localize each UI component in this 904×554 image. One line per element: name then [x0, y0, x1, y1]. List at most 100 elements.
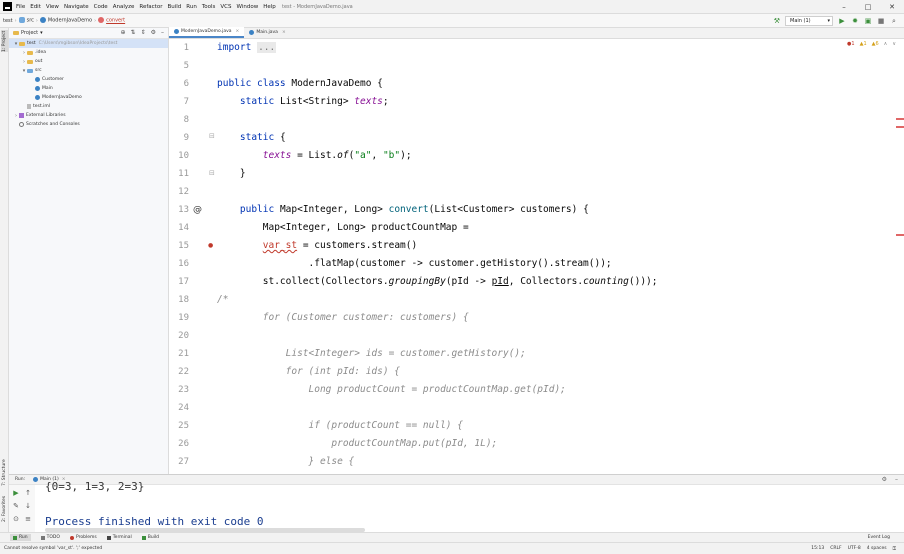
tree-item[interactable]: › External Libraries [9, 111, 168, 120]
warning-count-badge[interactable]: ▲1 [860, 41, 867, 47]
menu-build[interactable]: Build [167, 4, 181, 10]
breadcrumb-method[interactable]: convert [98, 17, 125, 24]
weak-warning-count-badge[interactable]: ▲6 [872, 41, 879, 47]
tab-todo[interactable]: TODO [40, 535, 60, 540]
tree-item[interactable]: › out [9, 57, 168, 66]
line-separator[interactable]: CRLF [830, 546, 841, 552]
override-at-icon[interactable]: @ [193, 205, 202, 215]
collapse-all-icon[interactable]: ⇅ [131, 29, 136, 36]
menu-tools[interactable]: Tools [202, 4, 216, 10]
folded-imports[interactable]: ... [257, 42, 277, 53]
tree-item[interactable]: Scratches and Consoles [9, 120, 168, 129]
menu-navigate[interactable]: Navigate [64, 4, 89, 10]
menu-window[interactable]: Window [237, 4, 259, 10]
menu-help[interactable]: Help [263, 4, 276, 10]
locate-icon[interactable]: ⊕ [121, 29, 126, 36]
project-folder-icon [13, 31, 19, 35]
search-icon[interactable]: ⌕ [890, 17, 898, 26]
stop-icon[interactable]: ■ [877, 17, 885, 25]
close-icon[interactable]: × [236, 29, 240, 34]
menu-run[interactable]: Run [186, 4, 197, 10]
build-hammer-icon[interactable]: ⚒ [774, 17, 780, 25]
project-panel-tools: ⊕ ⇅ ⇕ ⚙ – [121, 29, 164, 36]
tab-run[interactable]: Run [10, 534, 31, 541]
hide-icon[interactable]: – [895, 476, 898, 483]
breadcrumb-project[interactable]: test [3, 18, 13, 24]
code-line-18: /* [217, 294, 229, 305]
editor-tab-bar: ModernJavaDemo.java × Main.java × [169, 27, 904, 39]
tree-item[interactable]: › .idea [9, 48, 168, 57]
tab-main[interactable]: Main.java × [244, 27, 290, 38]
menu-file[interactable]: File [16, 4, 25, 10]
project-panel-title[interactable]: Project [21, 30, 38, 36]
favorites-tool-tab[interactable]: 2: Favorites [1, 494, 8, 524]
structure-tool-tab[interactable]: 7: Structure [1, 458, 8, 488]
code-editor[interactable]: import ... public class ModernJavaDemo {… [213, 39, 893, 474]
gear-icon[interactable]: ⚙ [882, 476, 887, 483]
build-icon [141, 535, 146, 540]
status-message[interactable]: Cannot resolve symbol 'var_st'. ';' expe… [4, 546, 102, 551]
close-icon[interactable]: × [282, 30, 286, 35]
tree-item-label: Customer [42, 77, 64, 82]
coverage-icon[interactable]: ▣ [864, 17, 872, 25]
menu-refactor[interactable]: Refactor [139, 4, 162, 10]
breadcrumb-class[interactable]: ModernJavaDemo [39, 17, 92, 24]
tree-item[interactable]: ▾ test C:\Users\mgibson\IdeaProjects\test [9, 39, 168, 48]
line-number: 22 [178, 367, 189, 377]
caret-position[interactable]: 15:13 [811, 546, 824, 552]
line-number: 6 [183, 79, 189, 89]
rerun-icon[interactable]: ▶ [11, 489, 21, 497]
scroll-up-icon[interactable]: ↑ [23, 489, 33, 497]
error-count-badge[interactable]: ●1 [847, 41, 855, 47]
menu-view[interactable]: View [46, 4, 59, 10]
run-icon[interactable]: ▶ [838, 17, 846, 25]
maximize-icon[interactable]: □ [856, 0, 880, 14]
tree-item[interactable]: Main [9, 84, 168, 93]
error-stripe-marker[interactable] [896, 234, 904, 236]
tree-item[interactable]: ▾ src [9, 66, 168, 75]
tree-item[interactable]: test.iml [9, 102, 168, 111]
code-line-11: } [239, 168, 246, 179]
breadcrumb-src[interactable]: src [18, 17, 34, 24]
minimize-icon[interactable]: – [832, 0, 856, 14]
hide-icon[interactable]: – [161, 29, 164, 36]
menu-code[interactable]: Code [94, 4, 108, 10]
tab-problems[interactable]: Problems [69, 535, 97, 540]
tree-item[interactable]: Customer [9, 75, 168, 84]
debug-icon[interactable]: ✹ [851, 17, 859, 25]
project-tool-tab[interactable]: 1: Project [1, 30, 8, 52]
file-encoding[interactable]: UTF-8 [848, 546, 861, 552]
run-configuration-select[interactable]: Main (1) ▾ [785, 16, 833, 26]
event-log-button[interactable]: Event Log [868, 535, 890, 540]
inspection-indicators[interactable]: ●1 ▲1 ▲6 ∧ ∨ [847, 41, 896, 47]
menu-vcs[interactable]: VCS [220, 4, 231, 10]
editor-gutter[interactable]: 1 5 6 7 8 9 10 11 12 13 14 15 16 17 18 19 20 21 22 23 24 25 26… [169, 39, 215, 474]
close-icon[interactable]: ✕ [880, 0, 904, 14]
soft-wrap-icon[interactable]: ≡ [23, 515, 33, 523]
folder-icon [18, 17, 25, 24]
tree-item[interactable]: ModernJavaDemo [9, 93, 168, 102]
wrench-icon[interactable]: ✎ [11, 502, 21, 510]
next-highlight-icon[interactable]: ∨ [892, 41, 896, 47]
indent-setting[interactable]: 4 spaces [867, 546, 887, 552]
tab-terminal[interactable]: Terminal [106, 535, 132, 540]
line-number: 16 [178, 259, 189, 269]
tree-item-label: test.iml [33, 104, 50, 109]
previous-highlight-icon[interactable]: ∧ [884, 41, 888, 47]
scroll-down-icon[interactable]: ↓ [23, 502, 33, 510]
error-stripe-marker[interactable] [896, 118, 904, 120]
bottom-tool-tabs: Run TODO Problems Terminal Build Event L… [0, 532, 904, 542]
error-stripe-marker[interactable] [896, 126, 904, 128]
chevron-down-icon[interactable]: ▾ [40, 30, 43, 36]
expand-all-icon[interactable]: ⇕ [141, 29, 146, 36]
menu-analyze[interactable]: Analyze [113, 4, 135, 10]
tab-build[interactable]: Build [141, 535, 159, 540]
pin-icon[interactable]: ⊙ [11, 515, 21, 523]
problems-icon [69, 535, 74, 540]
tab-modernjavademo[interactable]: ModernJavaDemo.java × [169, 27, 245, 38]
menu-edit[interactable]: Edit [30, 4, 41, 10]
navigation-bar: test › src › ModernJavaDemo › convert ⚒ … [0, 14, 904, 28]
lock-icon[interactable]: ⚿ [893, 546, 896, 552]
gear-icon[interactable]: ⚙ [151, 29, 156, 36]
unresolved-symbol[interactable]: var_st [263, 240, 297, 251]
